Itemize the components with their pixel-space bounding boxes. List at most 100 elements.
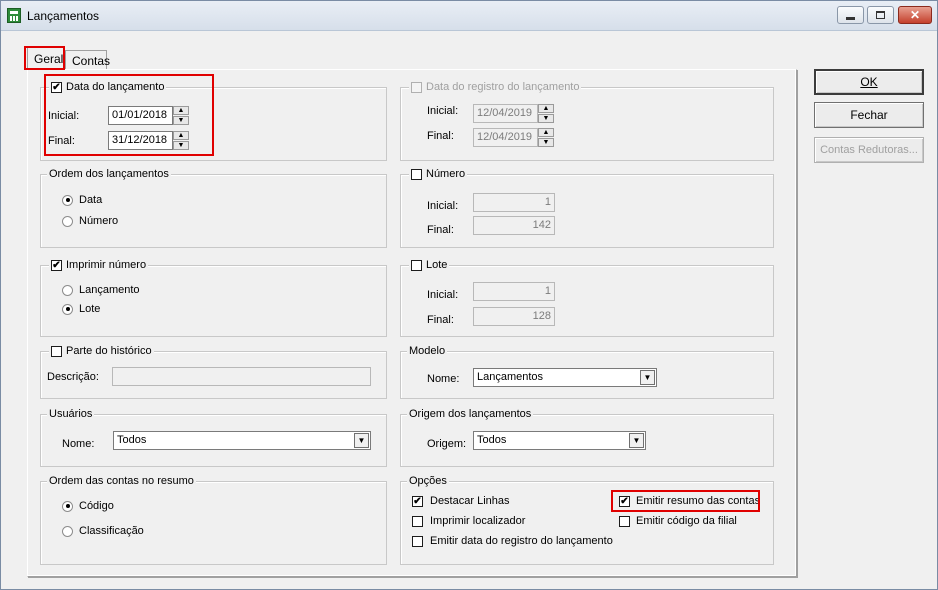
radio-data[interactable]: Data — [62, 194, 102, 206]
data-registro-legend: Data do registro do lançamento — [409, 80, 582, 94]
chevron-down-icon[interactable]: ▼ — [354, 433, 369, 448]
destacar-linhas-checkbox[interactable]: ✔ — [412, 495, 423, 507]
origem-label: Origem: — [427, 438, 467, 450]
tab-contas-label: Contas — [72, 54, 111, 68]
radio-numero[interactable]: Número — [62, 215, 118, 227]
imprimir-numero-label: Imprimir número — [66, 259, 147, 271]
data-lancamento-final-spinner[interactable]: ▲ ▼ — [173, 131, 189, 150]
data-registro-final-input[interactable]: 12/04/2019 — [473, 128, 538, 147]
imprimir-numero-checkbox[interactable]: ✔ — [51, 259, 62, 271]
numero-checkbox[interactable] — [411, 168, 422, 180]
radio-button[interactable] — [62, 525, 73, 537]
destacar-linhas-label: Destacar Linhas — [430, 495, 510, 507]
radio-button[interactable] — [62, 303, 73, 315]
usuarios-nome-select[interactable]: Todos ▼ — [113, 431, 371, 450]
radio-lote[interactable]: Lote — [62, 303, 100, 315]
data-lancamento-checkbox[interactable]: ✔ — [51, 81, 62, 93]
ordem-contas-legend: Ordem das contas no resumo — [47, 474, 196, 488]
close-button[interactable]: ✕ — [898, 6, 932, 24]
imprimir-numero-group: ✔ Imprimir número Lançamento Lote — [40, 258, 387, 337]
numero-label: Número — [426, 168, 466, 180]
spin-up-icon[interactable]: ▲ — [173, 131, 189, 140]
data-lancamento-label: Data do lançamento — [66, 81, 165, 93]
radio-lancamento-label: Lançamento — [79, 284, 140, 296]
tab-geral[interactable]: Geral — [27, 47, 64, 69]
emitir-data-registro-option[interactable]: Emitir data do registro do lançamento — [412, 535, 613, 547]
spin-up-icon[interactable]: ▲ — [538, 128, 554, 137]
data-lancamento-legend: ✔ Data do lançamento — [49, 80, 167, 94]
final-label: Final: — [48, 135, 75, 147]
parte-historico-label: Parte do histórico — [66, 345, 152, 357]
origem-select[interactable]: Todos ▼ — [473, 431, 646, 450]
lote-inicial-input[interactable]: 1 — [473, 282, 555, 301]
modelo-legend: Modelo — [407, 344, 448, 358]
radio-button[interactable] — [62, 500, 73, 512]
origem-value: Todos — [477, 434, 507, 446]
ordem-contas-group: Ordem das contas no resumo Código Classi… — [40, 474, 387, 565]
data-lancamento-group: ✔ Data do lançamento Inicial: 01/01/2018… — [40, 80, 387, 161]
data-lancamento-inicial-input[interactable]: 01/01/2018 — [108, 106, 173, 125]
modelo-nome-select[interactable]: Lançamentos ▼ — [473, 368, 657, 387]
chevron-down-icon[interactable]: ▼ — [640, 370, 655, 385]
spreadsheet-app-icon — [7, 8, 21, 23]
radio-selected-dot — [65, 198, 70, 202]
check-icon: ✔ — [413, 495, 422, 507]
title-bar[interactable]: Lançamentos ✕ — [1, 1, 937, 31]
opcoes-legend: Opções — [407, 474, 449, 488]
emitir-codigo-filial-option[interactable]: Emitir código da filial — [619, 515, 737, 527]
radio-lancamento[interactable]: Lançamento — [62, 284, 140, 296]
emitir-resumo-contas-option[interactable]: ✔ Emitir resumo das contas — [619, 495, 760, 507]
spin-down-icon[interactable]: ▼ — [538, 138, 554, 147]
contas-redutoras-button[interactable]: Contas Redutoras... — [814, 137, 924, 163]
chevron-down-icon[interactable]: ▼ — [629, 433, 644, 448]
numero-inicial-input[interactable]: 1 — [473, 193, 555, 212]
fechar-button[interactable]: Fechar — [814, 102, 924, 128]
lote-checkbox[interactable] — [411, 259, 422, 271]
final-label: Final: — [427, 314, 454, 326]
radio-button[interactable] — [62, 194, 73, 206]
spin-down-icon[interactable]: ▼ — [173, 141, 189, 150]
emitir-data-registro-checkbox[interactable] — [412, 535, 423, 547]
data-registro-inicial-spinner[interactable]: ▲ ▼ — [538, 104, 554, 123]
radio-classificacao[interactable]: Classificação — [62, 525, 144, 537]
parte-historico-checkbox[interactable] — [51, 345, 62, 357]
minimize-button[interactable] — [837, 6, 864, 24]
emitir-codigo-filial-checkbox[interactable] — [619, 515, 630, 527]
contas-redutoras-button-label: Contas Redutoras... — [820, 144, 918, 156]
imprimir-localizador-option[interactable]: Imprimir localizador — [412, 515, 525, 527]
ok-button[interactable]: OK — [814, 69, 924, 95]
lote-final-input[interactable]: 128 — [473, 307, 555, 326]
minimize-icon — [846, 16, 855, 20]
maximize-button[interactable] — [867, 6, 894, 24]
spin-down-icon[interactable]: ▼ — [538, 114, 554, 123]
spin-up-icon[interactable]: ▲ — [173, 106, 189, 115]
destacar-linhas-option[interactable]: ✔ Destacar Linhas — [412, 495, 510, 507]
radio-button[interactable] — [62, 215, 73, 227]
descricao-label: Descrição: — [47, 371, 99, 383]
spin-down-icon[interactable]: ▼ — [173, 116, 189, 125]
radio-button[interactable] — [62, 284, 73, 296]
data-registro-inicial-input[interactable]: 12/04/2019 — [473, 104, 538, 123]
final-label: Final: — [427, 130, 454, 142]
imprimir-localizador-checkbox[interactable] — [412, 515, 423, 527]
descricao-input[interactable] — [112, 367, 371, 386]
opcoes-group: Opções ✔ Destacar Linhas Imprimir locali… — [400, 474, 774, 565]
usuarios-nome-value: Todos — [117, 434, 147, 446]
tab-contas[interactable]: Contas — [65, 50, 111, 69]
data-lancamento-final-input[interactable]: 31/12/2018 — [108, 131, 173, 150]
maximize-icon — [876, 11, 885, 19]
radio-selected-dot — [65, 504, 70, 508]
data-registro-final-spinner[interactable]: ▲ ▼ — [538, 128, 554, 147]
radio-classificacao-label: Classificação — [79, 525, 144, 537]
spin-up-icon[interactable]: ▲ — [538, 104, 554, 113]
radio-numero-label: Número — [79, 215, 119, 227]
data-registro-checkbox[interactable] — [411, 81, 422, 93]
data-lancamento-inicial-spinner[interactable]: ▲ ▼ — [173, 106, 189, 125]
emitir-resumo-contas-checkbox[interactable]: ✔ — [619, 495, 630, 507]
emitir-data-registro-label: Emitir data do registro do lançamento — [430, 535, 613, 547]
emitir-codigo-filial-label: Emitir código da filial — [636, 515, 737, 527]
radio-codigo[interactable]: Código — [62, 500, 114, 512]
numero-final-input[interactable]: 142 — [473, 216, 555, 235]
check-icon: ✔ — [620, 495, 629, 507]
tab-geral-label: Geral — [34, 52, 64, 66]
